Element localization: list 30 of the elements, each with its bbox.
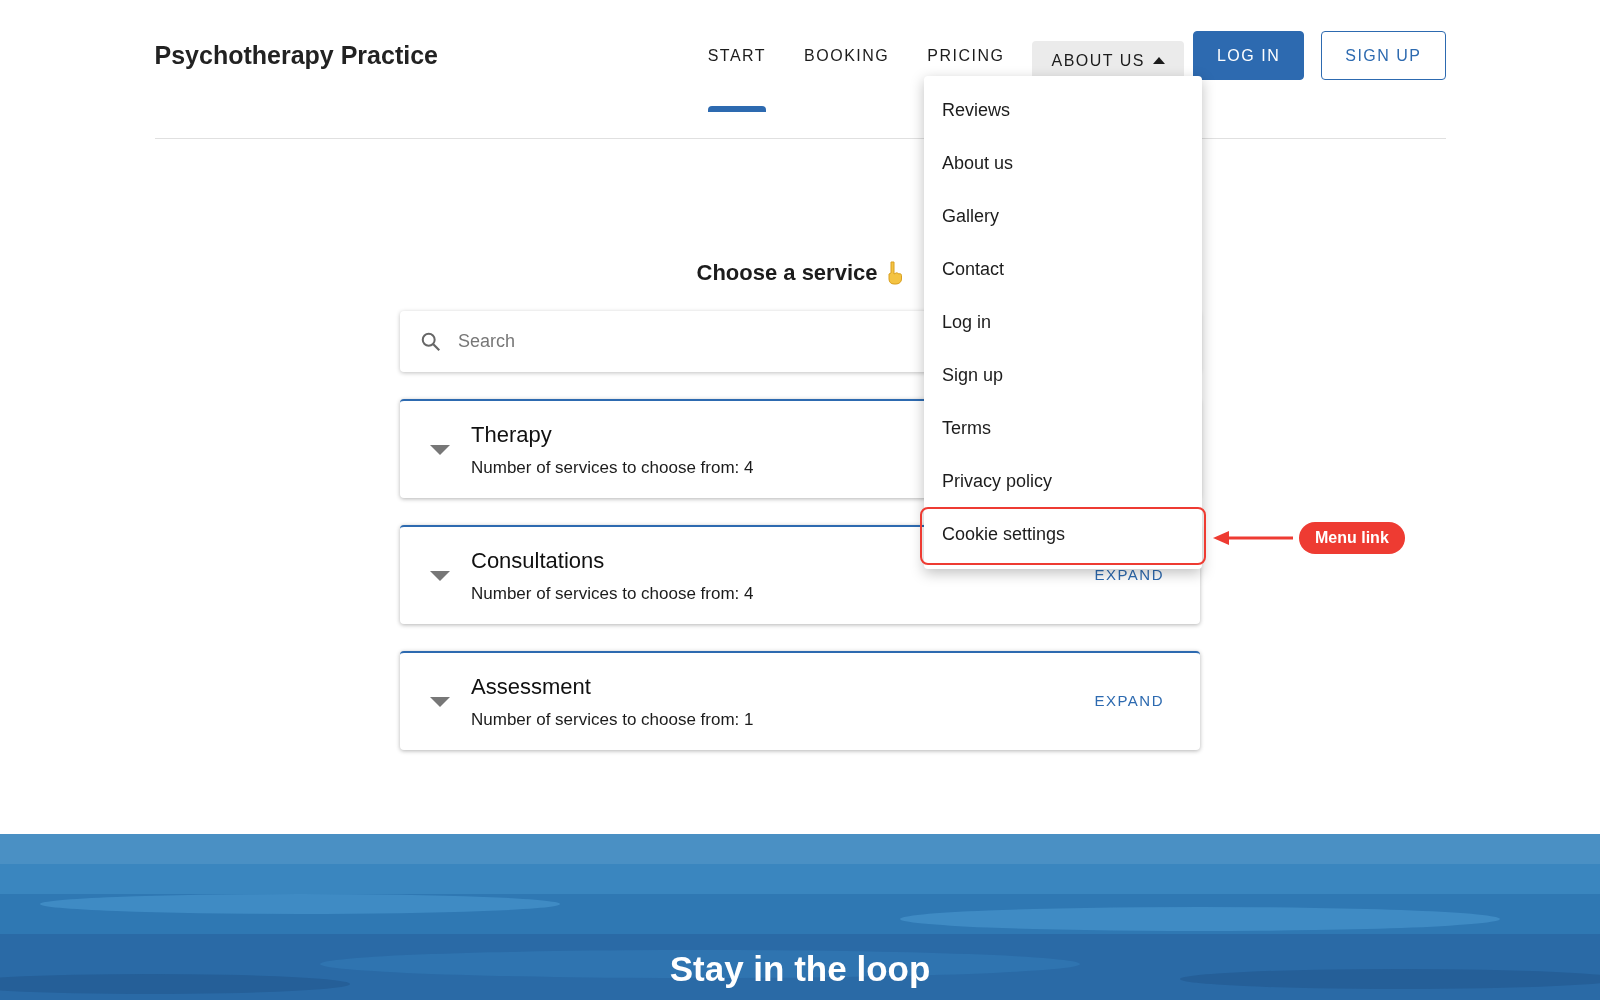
banner-heading: Stay in the loop: [668, 948, 932, 990]
nav-link[interactable]: BOOKING: [785, 31, 909, 80]
menu-item[interactable]: Gallery: [924, 190, 1202, 243]
category-subtitle: Number of services to choose from: 4: [471, 583, 754, 606]
menu-item[interactable]: Cookie settings: [924, 508, 1202, 561]
category-title: Therapy: [471, 421, 553, 450]
expand-button[interactable]: EXPAND: [1094, 564, 1164, 587]
expand-caret-icon[interactable]: [430, 696, 450, 707]
site-logo[interactable]: Psychotherapy Practice: [154, 31, 438, 80]
annotation-label: Menu link: [1299, 522, 1405, 554]
menu-item[interactable]: Privacy policy: [924, 455, 1202, 508]
expand-caret-icon[interactable]: [430, 444, 450, 455]
menu-item[interactable]: Reviews: [924, 84, 1202, 137]
nav-link[interactable]: START: [688, 31, 786, 80]
expand-button[interactable]: EXPAND: [1094, 690, 1164, 713]
nav-link[interactable]: PRICING: [908, 31, 1024, 80]
category-subtitle: Number of services to choose from: 4: [471, 457, 754, 480]
pointing-hand-icon: [885, 260, 904, 285]
section-heading: Choose a service: [696, 259, 878, 287]
caret-icon: [1152, 57, 1165, 64]
category-subtitle: Number of services to choose from: 1: [471, 709, 754, 732]
menu-item[interactable]: Contact: [924, 243, 1202, 296]
search-icon: [420, 331, 442, 353]
menu-item[interactable]: Terms: [924, 402, 1202, 455]
login-button[interactable]: LOG IN: [1192, 31, 1305, 80]
signup-button[interactable]: SIGN UP: [1321, 31, 1446, 80]
menu-item[interactable]: About us: [924, 137, 1202, 190]
category-title: Consultations: [471, 547, 606, 576]
category-title: Assessment: [471, 673, 592, 702]
expand-caret-icon[interactable]: [430, 570, 450, 581]
